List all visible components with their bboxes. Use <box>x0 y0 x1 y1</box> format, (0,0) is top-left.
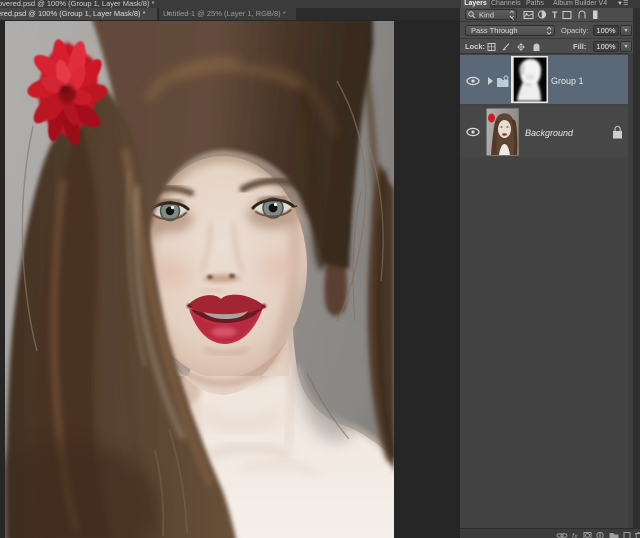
svg-text:Background: Background <box>525 128 574 138</box>
svg-text:Group 1: Group 1 <box>551 76 584 86</box>
svg-text:T: T <box>552 10 558 20</box>
svg-text:Kind: Kind <box>479 11 494 20</box>
svg-text:fx: fx <box>572 534 578 538</box>
